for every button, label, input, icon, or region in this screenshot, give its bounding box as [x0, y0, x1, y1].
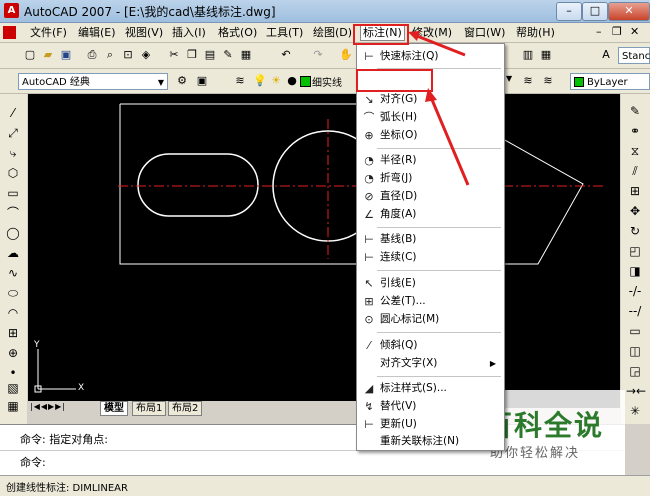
arrow-to-menu: [411, 32, 466, 57]
arrow-head-menu: [408, 31, 420, 41]
annotation-arrows: [408, 31, 470, 186]
arrow-to-linear: [428, 94, 470, 186]
arrow-head-linear: [425, 88, 437, 102]
